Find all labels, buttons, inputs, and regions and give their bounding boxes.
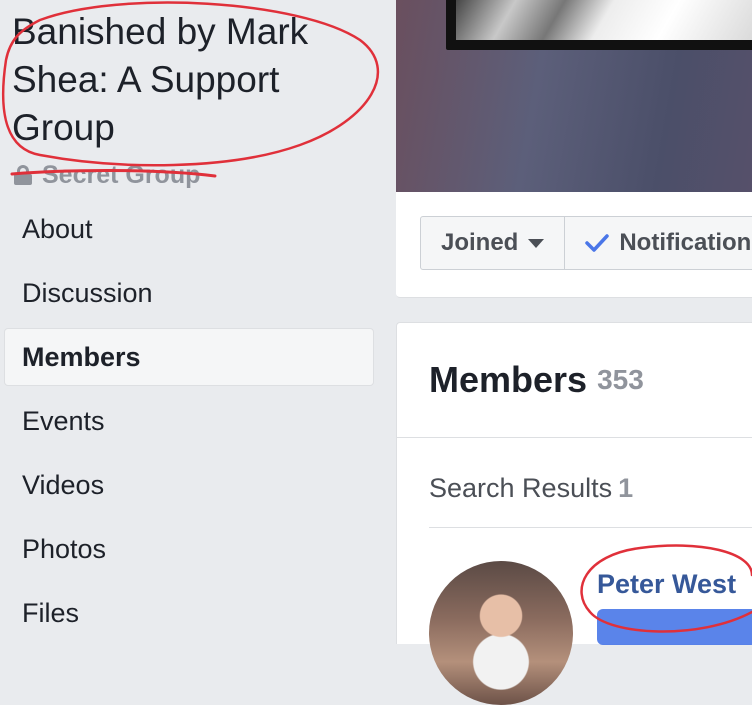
caret-down-icon [528, 238, 545, 248]
group-title: Banished by Mark Shea: A Support Group [12, 11, 309, 148]
members-card: Members 353 Search Results 1 Peter West [396, 322, 752, 705]
member-avatar[interactable] [429, 561, 573, 705]
joined-label: Joined [441, 229, 519, 256]
group-actions: Joined Notifications [396, 192, 752, 298]
search-results-heading: Search Results 1 [429, 473, 633, 504]
members-title: Members [429, 359, 588, 400]
cover-photo-image [446, 0, 752, 50]
group-nav: About Discussion Members Events Videos P… [4, 200, 374, 648]
notifications-label: Notifications [619, 229, 752, 256]
redaction-scribble [597, 609, 752, 645]
nav-item-members[interactable]: Members [4, 328, 374, 386]
nav-item-events[interactable]: Events [4, 392, 374, 450]
group-sidebar: Banished by Mark Shea: A Support Group S… [0, 0, 396, 644]
search-results-label: Search Results [429, 473, 613, 503]
nav-item-files[interactable]: Files [4, 584, 374, 642]
nav-item-videos[interactable]: Videos [4, 456, 374, 514]
divider [429, 527, 752, 528]
joined-button[interactable]: Joined [420, 216, 566, 270]
member-name-link[interactable]: Peter West [597, 569, 736, 600]
nav-item-photos[interactable]: Photos [4, 520, 374, 578]
lock-icon [14, 165, 32, 185]
action-button-group: Joined Notifications [420, 216, 752, 270]
group-privacy: Secret Group [14, 160, 200, 190]
notifications-button[interactable]: Notifications [565, 216, 752, 270]
nav-item-about[interactable]: About [4, 200, 374, 258]
check-icon [585, 234, 610, 252]
members-header: Members 353 [397, 323, 752, 438]
members-count: 353 [597, 364, 644, 395]
cover-photo[interactable] [396, 0, 752, 192]
search-results-count: 1 [618, 473, 634, 503]
privacy-label: Secret Group [42, 160, 201, 189]
nav-item-discussion[interactable]: Discussion [4, 264, 374, 322]
